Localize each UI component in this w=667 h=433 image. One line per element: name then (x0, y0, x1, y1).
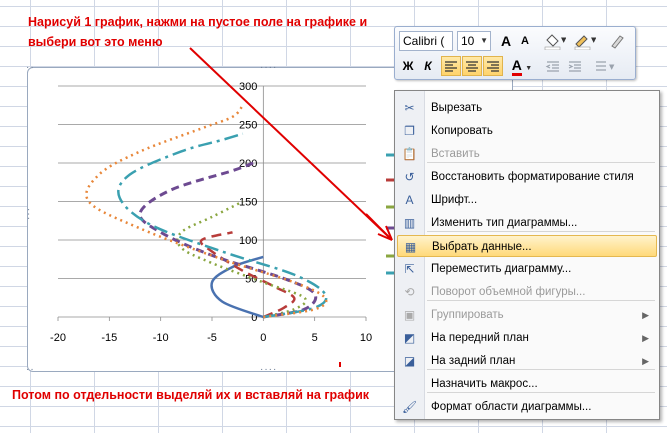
chevron-down-icon: ▼ (480, 36, 488, 45)
line-color-button[interactable]: ▼ (571, 31, 597, 51)
font-icon: A (405, 193, 414, 207)
context-menu-item-label: Переместить диаграмму... (431, 263, 572, 275)
italic-icon: К (424, 59, 432, 73)
svg-text:▼: ▼ (561, 36, 566, 44)
series-line (210, 255, 264, 319)
chevron-down-icon: ▼ (525, 65, 533, 72)
context-menu-item[interactable]: ↺ Восстановить форматирование стиля (397, 166, 657, 188)
format-chart-area-icon: 🖌 (401, 400, 418, 414)
font-color-button[interactable]: A ▼ (509, 56, 535, 76)
submenu-arrow-icon: ▶ (642, 310, 649, 320)
instruction-top: Нарисуй 1 график, нажми на пустое поле н… (28, 15, 368, 49)
y-tick-label: 150 (239, 197, 257, 209)
context-menu-item-label: На передний план (431, 332, 529, 344)
align-right-button[interactable] (483, 56, 503, 76)
group-icon: ▣ (403, 308, 416, 322)
x-tick-label: -10 (153, 332, 169, 344)
y-tick-label: 250 (239, 120, 257, 132)
series-line (176, 200, 308, 319)
format-painter-button[interactable] (605, 31, 627, 51)
chart-type-icon: ▥ (403, 216, 416, 230)
increase-indent-icon (568, 61, 581, 72)
svg-text:▼: ▼ (591, 36, 596, 44)
copy-icon: ❐ (404, 124, 415, 138)
series-line (117, 132, 328, 319)
context-menu-item: ▣ Группировать ▶ (397, 304, 657, 326)
text-direction-icon: ▼ (596, 61, 615, 71)
bring-forward-icon: ◩ (403, 331, 416, 345)
context-menu-item[interactable]: ▦ Выбрать данные... (397, 235, 657, 257)
context-menu-item-label: Формат области диаграммы... (431, 401, 592, 413)
context-menu-item[interactable]: 🖌 Формат области диаграммы... (397, 396, 657, 418)
pencil-icon: ▼ (574, 35, 597, 51)
italic-button[interactable]: К (419, 56, 437, 76)
align-center-button[interactable] (462, 56, 482, 76)
series-line (85, 104, 328, 319)
decrease-indent-button[interactable] (543, 56, 563, 76)
paint-bucket-icon: ▼ (544, 34, 567, 51)
context-menu: ✂ Вырезать ❐ Копировать 📋 Вставить ↺ Восстанови… (394, 90, 660, 420)
align-center-icon (466, 61, 478, 72)
fill-color-button[interactable]: ▼ (541, 31, 567, 51)
x-tick-label: -5 (207, 332, 217, 344)
y-tick-label: 100 (239, 235, 257, 247)
x-tick-label: -15 (101, 332, 117, 344)
svg-text:▼: ▼ (609, 63, 615, 71)
context-menu-item-label: Группировать (431, 309, 504, 321)
submenu-arrow-icon: ▶ (642, 333, 649, 343)
menu-separator (427, 231, 655, 232)
increase-indent-button[interactable] (565, 56, 585, 76)
bold-icon: Ж (402, 59, 414, 73)
context-menu-item[interactable]: ✂ Вырезать (397, 97, 657, 119)
context-menu-item[interactable]: ◩ На передний план ▶ (397, 327, 657, 349)
context-menu-item-label: Восстановить форматирование стиля (431, 171, 634, 183)
send-backward-icon: ◪ (403, 354, 416, 368)
context-menu-item-label: Выбрать данные... (432, 241, 532, 253)
y-tick-label: 300 (239, 81, 257, 93)
menu-separator (427, 369, 655, 370)
context-menu-item[interactable]: A Шрифт... (397, 189, 657, 211)
font-size-value: 10 (461, 34, 475, 48)
menu-separator (427, 162, 655, 163)
context-menu-item-label: Шрифт... (431, 194, 478, 206)
context-menu-item[interactable]: ❐ Копировать (397, 120, 657, 142)
grow-font-icon: A (500, 33, 512, 49)
menu-separator (427, 300, 655, 301)
scissors-icon: ✂ (404, 101, 415, 115)
font-size-select[interactable]: 10 ▼ (457, 31, 491, 51)
x-tick-label: 5 (312, 332, 318, 344)
x-tick-label: 0 (260, 332, 266, 344)
select-data-icon: ▦ (404, 240, 417, 254)
instruction-bottom: Потом по отдельности выделяй их и вставл… (12, 388, 370, 402)
mini-toolbar: Calibri ( 10 ▼ A A ▼ ▼ Ж К A ▼ ▼ (394, 26, 636, 80)
reset-style-icon: ↺ (404, 170, 415, 184)
menu-separator (427, 392, 655, 393)
decrease-indent-icon (545, 61, 559, 72)
x-tick-label: -20 (50, 332, 66, 344)
font-name-value: Calibri ( (403, 34, 445, 48)
font-name-select[interactable]: Calibri ( (399, 31, 453, 51)
shrink-font-button[interactable]: A (517, 31, 533, 51)
rotate-3d-icon: ⟲ (404, 285, 415, 299)
bold-button[interactable]: Ж (399, 56, 417, 76)
context-menu-item-label: Копировать (431, 125, 493, 137)
align-left-button[interactable] (441, 56, 461, 76)
shrink-font-icon: A (521, 35, 529, 47)
align-right-icon (487, 61, 499, 72)
align-left-icon (445, 61, 457, 72)
context-menu-item-label: Вырезать (431, 102, 483, 114)
text-direction-button[interactable]: ▼ (591, 56, 621, 76)
context-menu-item[interactable]: ⇱ Переместить диаграмму... (397, 258, 657, 280)
format-painter-icon (611, 35, 624, 49)
grow-font-button[interactable]: A (497, 31, 515, 51)
move-chart-icon: ⇱ (404, 262, 415, 276)
x-tick-label: 10 (360, 332, 372, 344)
paste-icon: 📋 (402, 147, 417, 161)
font-color-icon: A (511, 58, 522, 76)
